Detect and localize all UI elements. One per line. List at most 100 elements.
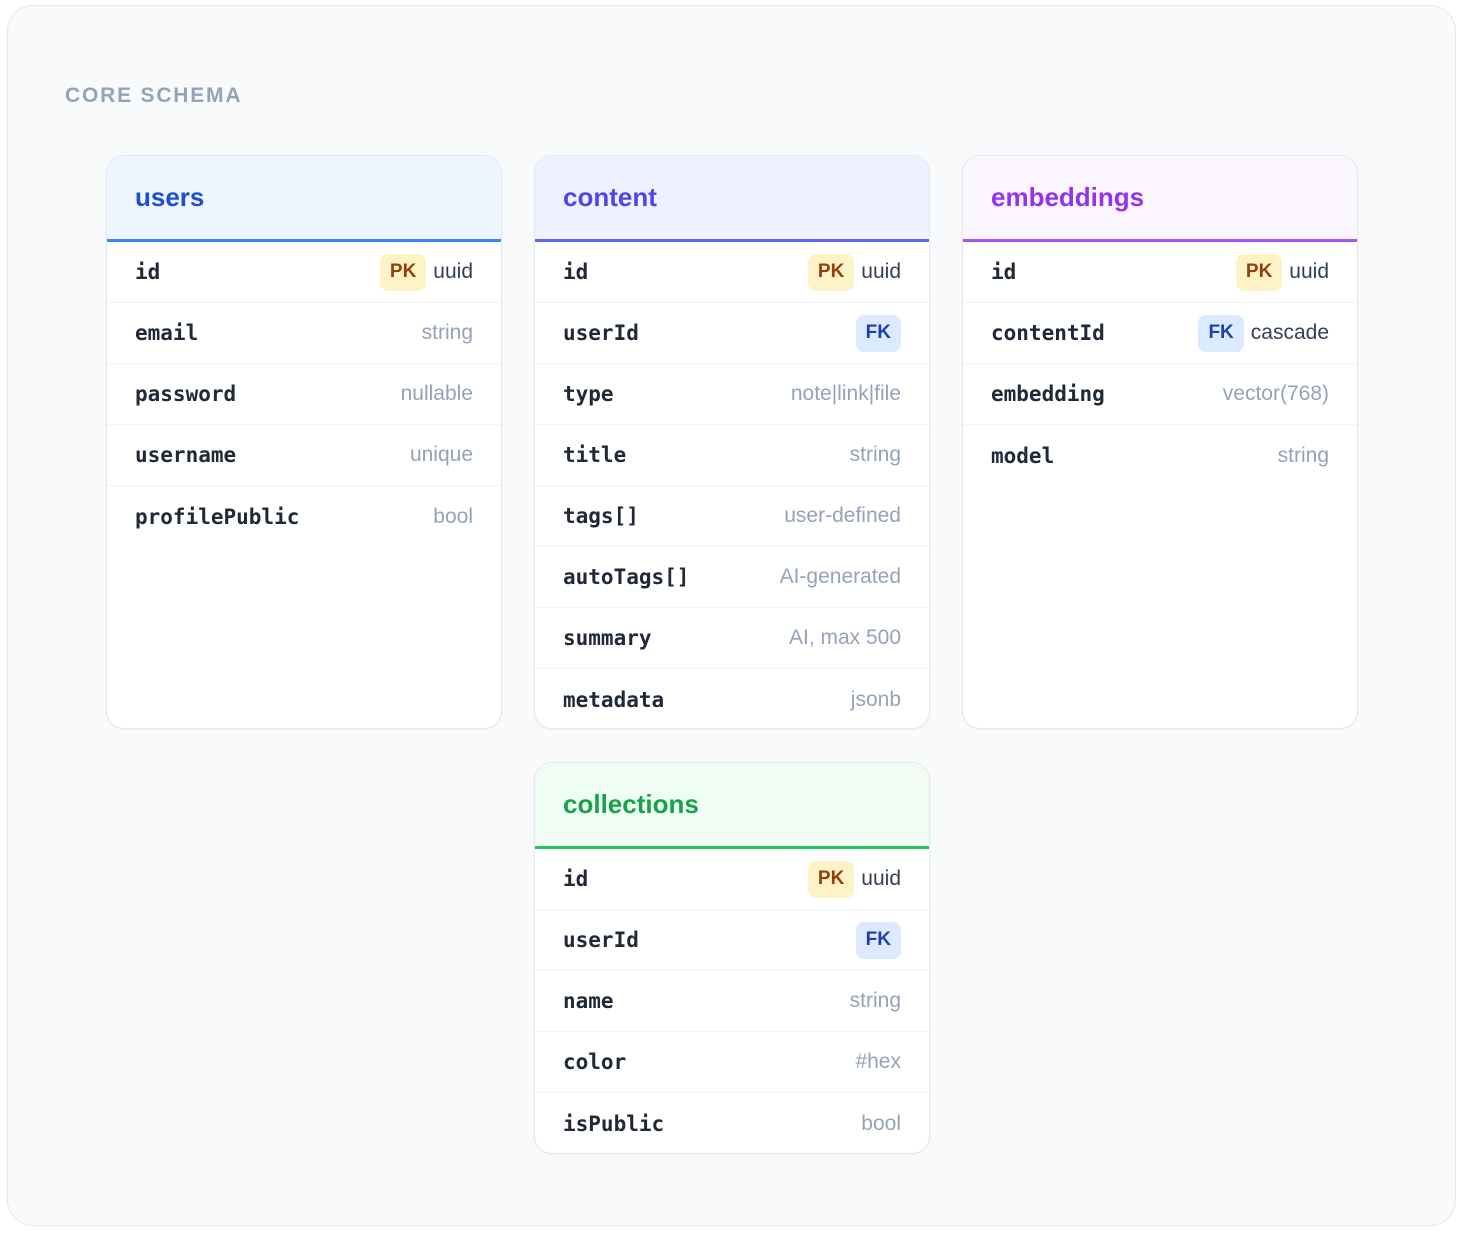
column-name: contentId [991,321,1105,345]
column-row: email string [107,303,501,364]
table-card-content: content id PK uuid userId FK type note|link|fil… [534,155,930,729]
column-type: uuid [1289,260,1329,283]
column-list: id PK uuid userId FK name string color #hex isPub… [535,849,929,1153]
column-meta: AI-generated [780,565,901,589]
column-row: id PK uuid [107,242,501,303]
column-name: isPublic [563,1111,665,1136]
column-meta: jsonb [851,688,901,712]
column-type: note|link|file [790,382,901,405]
column-list: id PK uuid email string password nullable usern… [107,242,501,547]
column-meta: FK [855,314,901,352]
column-row: color #hex [535,1032,929,1093]
column-row: tags[] user-defined [535,486,929,547]
column-list: id PK uuid contentId FK cascade embedding vecto… [963,242,1357,486]
column-meta: PK uuid [379,253,473,291]
column-name: metadata [563,687,665,712]
column-row: id PK uuid [535,849,929,910]
column-row: model string [963,425,1357,486]
column-name: summary [563,626,652,650]
column-meta: FK cascade [1198,314,1329,352]
column-type: bool [433,504,473,528]
column-name: name [563,989,614,1013]
column-type: #hex [855,1050,901,1073]
column-type: cascade [1250,321,1329,344]
column-name: color [563,1050,627,1074]
column-row: type note|link|file [535,364,929,425]
column-name: id [135,260,161,284]
pk-badge: PK [807,860,855,898]
pk-badge: PK [379,253,427,291]
table-name: embeddings [991,182,1145,212]
column-type: nullable [400,382,473,405]
fk-badge: FK [855,921,901,959]
column-name: embedding [991,382,1105,406]
column-row: isPublic bool [535,1093,929,1153]
table-name: users [135,182,205,212]
column-meta: string [1278,444,1329,468]
column-name: id [991,260,1017,284]
column-type: AI, max 500 [788,626,901,649]
column-meta: FK [855,921,901,959]
table-header: embeddings [963,156,1357,242]
column-type: vector(768) [1222,382,1329,405]
column-name: id [563,260,589,284]
column-meta: string [850,989,901,1013]
column-row: summary AI, max 500 [535,608,929,669]
table-header: content [535,156,929,242]
column-row: contentId FK cascade [963,303,1357,364]
column-meta: PK uuid [807,860,901,898]
column-name: model [991,443,1055,468]
column-name: id [563,867,589,891]
column-row: id PK uuid [963,242,1357,303]
column-name: autoTags[] [563,565,690,589]
section-label: CORE SCHEMA [65,84,243,107]
column-type: jsonb [850,687,901,711]
column-name: title [563,443,627,467]
column-type: string [849,989,901,1012]
column-name: userId [563,928,639,952]
column-type: uuid [861,867,901,890]
column-meta: bool [433,505,473,529]
column-name: userId [563,321,639,345]
table-name: collections [563,789,699,819]
column-meta: PK uuid [1235,253,1329,291]
fk-badge: FK [1198,314,1244,352]
column-name: username [135,443,237,467]
column-row: userId FK [535,303,929,364]
column-meta: nullable [401,382,473,406]
column-meta: vector(768) [1223,382,1329,406]
table-name: content [563,182,657,212]
column-meta: AI, max 500 [789,626,901,650]
column-type: AI-generated [779,565,901,588]
pk-badge: PK [1235,253,1283,291]
column-row: title string [535,425,929,486]
table-header: collections [535,763,929,849]
column-name: tags[] [563,504,639,528]
column-name: type [563,382,614,406]
column-type: string [849,443,901,466]
column-row: id PK uuid [535,242,929,303]
column-row: metadata jsonb [535,669,929,728]
table-header: users [107,156,501,242]
column-type: string [1277,443,1329,467]
column-meta: string [422,321,473,345]
table-card-users: users id PK uuid email string password nullable… [106,155,502,729]
table-card-embeddings: embeddings id PK uuid contentId FK cascade embe… [962,155,1358,729]
column-name: email [135,321,199,345]
column-meta: PK uuid [807,253,901,291]
column-meta: #hex [855,1050,901,1074]
column-meta: unique [410,443,473,467]
column-type: string [421,321,473,344]
column-name: profilePublic [135,504,300,529]
column-row: name string [535,971,929,1032]
table-card-collections: collections id PK uuid userId FK name string col… [534,762,930,1154]
column-type: uuid [861,260,901,283]
column-row: embedding vector(768) [963,364,1357,425]
column-list: id PK uuid userId FK type note|link|file title s… [535,242,929,728]
column-type: user-defined [784,504,901,527]
column-type: unique [409,443,473,466]
column-meta: string [850,443,901,467]
column-meta: user-defined [784,504,901,528]
column-row: password nullable [107,364,501,425]
column-row: autoTags[] AI-generated [535,547,929,608]
